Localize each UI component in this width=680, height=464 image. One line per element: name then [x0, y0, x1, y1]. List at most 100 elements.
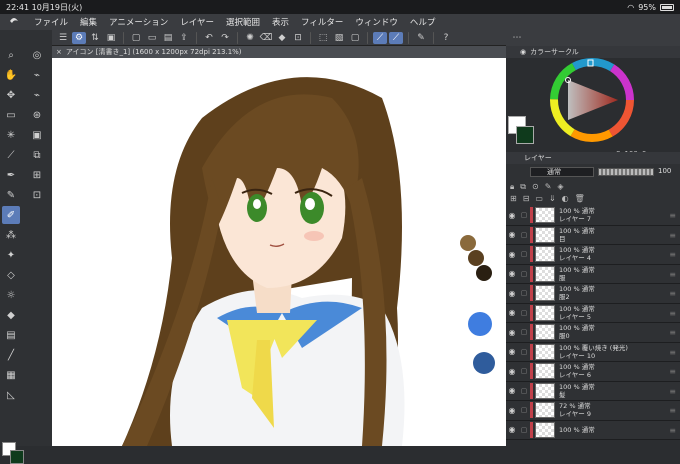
layer-row[interactable]: ◉ ▢ 100 % 通常 レイヤー 4 ≡ [506, 245, 680, 265]
drag-handle-icon[interactable]: ≡ [669, 289, 676, 298]
lock-icon[interactable]: 🔒︎ [510, 182, 514, 192]
color-wheel-area[interactable]: 8 100 0 [506, 58, 680, 158]
decoration-icon[interactable]: ✦ [2, 246, 20, 264]
menu-selection[interactable]: 選択範囲 [220, 16, 266, 28]
menu-filter[interactable]: フィルター [295, 16, 349, 28]
layer-row[interactable]: ◉ ▢ 100 % 通常 レイヤー 5 ≡ [506, 303, 680, 323]
redo-icon[interactable]: ↷ [218, 32, 232, 44]
drag-handle-icon[interactable]: ≡ [669, 309, 676, 318]
fill-icon[interactable]: ◆ [2, 306, 20, 324]
visibility-eye-icon[interactable]: ◉ [506, 289, 518, 298]
sub-tool-5-icon[interactable]: ▣ [28, 126, 46, 144]
snap-icon[interactable]: ⟋ [373, 31, 387, 44]
drag-handle-icon[interactable]: ≡ [669, 231, 676, 240]
palette-icon[interactable]: ◈ [557, 182, 563, 192]
visibility-eye-icon[interactable]: ◉ [506, 367, 518, 376]
opacity-slider[interactable] [598, 168, 654, 176]
hand-icon[interactable]: ✋ [2, 66, 20, 84]
gradient-icon[interactable]: ▤ [2, 326, 20, 344]
visibility-eye-icon[interactable]: ◉ [506, 308, 518, 317]
menu-file[interactable]: ファイル [28, 16, 74, 28]
visibility-eye-icon[interactable]: ◉ [506, 269, 518, 278]
menu-layer[interactable]: レイヤー [174, 16, 220, 28]
ruler-snap-icon[interactable]: ⟋ [389, 31, 403, 44]
draft-icon[interactable]: ✎ [545, 182, 552, 192]
layer-row[interactable]: ◉ ▢ 100 % 通常 髪 ≡ [506, 381, 680, 401]
visibility-eye-icon[interactable]: ◉ [506, 328, 518, 337]
undo-icon[interactable]: ↶ [202, 32, 216, 44]
open-file-icon[interactable]: ▭ [145, 32, 159, 44]
layer-row[interactable]: ◉ ▢ 100 % 通常 服0 ≡ [506, 323, 680, 343]
sub-tool-2-icon[interactable]: ⌁ [28, 66, 46, 84]
airbrush-icon[interactable]: ⁂ [2, 226, 20, 244]
lock-toggle-icon[interactable]: ▢ [518, 367, 530, 375]
close-icon[interactable]: × [56, 48, 62, 56]
new-vector-icon[interactable]: ⊟ [523, 194, 530, 203]
new-layer-icon[interactable]: ⊞ [510, 194, 517, 203]
layer-row[interactable]: ◉ ▢ 100 % 通常 レイヤー 6 ≡ [506, 362, 680, 382]
lock-toggle-icon[interactable]: ▢ [518, 348, 530, 356]
sub-tool-1-icon[interactable]: ◎ [28, 46, 46, 64]
transform-icon[interactable]: ⊡ [291, 32, 305, 44]
new-file-icon[interactable]: ▢ [129, 32, 143, 44]
show-area-icon[interactable]: ▢ [348, 32, 362, 44]
visibility-eye-icon[interactable]: ◉ [506, 347, 518, 356]
menu-animation[interactable]: アニメーション [103, 16, 174, 28]
lock-toggle-icon[interactable]: ▢ [518, 250, 530, 258]
sub-tool-8-icon[interactable]: ⊡ [28, 186, 46, 204]
magic-wand-icon[interactable]: ✳ [2, 126, 20, 144]
drag-handle-icon[interactable]: ≡ [669, 387, 676, 396]
lock-toggle-icon[interactable]: ▢ [518, 309, 530, 317]
lock-toggle-icon[interactable]: ▢ [518, 328, 530, 336]
eraser-icon[interactable]: ◇ [2, 266, 20, 284]
layer-row[interactable]: ◉ ▢ 100 % 通常 目 ≡ [506, 225, 680, 245]
lock-toggle-icon[interactable]: ▢ [518, 426, 530, 434]
sub-tool-6-icon[interactable]: ⧉ [28, 146, 46, 164]
delete-layer-icon[interactable]: 🗑︎ [575, 194, 585, 203]
zoom-icon[interactable]: ⌕ [2, 46, 20, 64]
selection-icon[interactable]: ▭ [2, 106, 20, 124]
swap-icon[interactable]: ⇅ [88, 32, 102, 44]
drag-handle-icon[interactable]: ≡ [669, 348, 676, 357]
invert-icon[interactable]: ▧ [332, 32, 346, 44]
visibility-eye-icon[interactable]: ◉ [506, 211, 518, 220]
lock-toggle-icon[interactable]: ▢ [518, 387, 530, 395]
lock-toggle-icon[interactable]: ▢ [518, 289, 530, 297]
visibility-eye-icon[interactable]: ◉ [506, 406, 518, 415]
lock-toggle-icon[interactable]: ▢ [518, 270, 530, 278]
line-icon[interactable]: ╱ [2, 346, 20, 364]
panel-menu-icon[interactable]: ⋯ [510, 32, 524, 44]
layer-row[interactable]: ◉ ▢ 100 % 通常 レイヤー 7 ≡ [506, 206, 680, 226]
drag-handle-icon[interactable]: ≡ [669, 406, 676, 415]
mask-icon[interactable]: ◐ [562, 194, 569, 203]
visibility-eye-icon[interactable]: ◉ [506, 250, 518, 259]
clip-icon[interactable]: ⧉ [520, 182, 526, 192]
drag-handle-icon[interactable]: ≡ [669, 367, 676, 376]
move-icon[interactable]: ✥ [2, 86, 20, 104]
visibility-eye-icon[interactable]: ◉ [506, 386, 518, 395]
visibility-eye-icon[interactable]: ◉ [506, 425, 518, 434]
opacity-value[interactable]: 100 [658, 167, 671, 175]
canvas-tab[interactable]: × アイコン [清書き_1] (1600 x 1200px 72dpi 213.… [52, 46, 506, 58]
menu-help[interactable]: ヘルプ [404, 16, 442, 28]
tool-settings-icon[interactable]: ⚙ [72, 31, 86, 44]
sub-tool-4-icon[interactable]: ⊛ [28, 106, 46, 124]
deselect-icon[interactable]: ⬚ [316, 32, 330, 44]
app-logo-icon[interactable] [0, 15, 28, 30]
loading-icon[interactable]: ✺ [243, 32, 257, 44]
fill-tool-icon[interactable]: ◆ [275, 32, 289, 44]
canvas[interactable] [52, 58, 506, 446]
layer-row[interactable]: ◉ ▢ 100 % 通常 服 ≡ [506, 264, 680, 284]
lock-toggle-icon[interactable]: ▢ [518, 211, 530, 219]
export-icon[interactable]: ⇪ [177, 32, 191, 44]
background-color-swatch[interactable] [516, 126, 534, 144]
drag-handle-icon[interactable]: ≡ [669, 426, 676, 435]
drag-handle-icon[interactable]: ≡ [669, 250, 676, 259]
camera-icon[interactable]: ▣ [104, 32, 118, 44]
menu-icon[interactable]: ☰ [56, 32, 70, 44]
sub-color-chip[interactable] [10, 450, 24, 464]
eyedropper-icon[interactable]: ⟋ [2, 146, 20, 164]
folder-icon[interactable]: ▭ [535, 194, 543, 203]
lock-toggle-icon[interactable]: ▢ [518, 231, 530, 239]
merge-icon[interactable]: ⇓ [549, 194, 556, 203]
